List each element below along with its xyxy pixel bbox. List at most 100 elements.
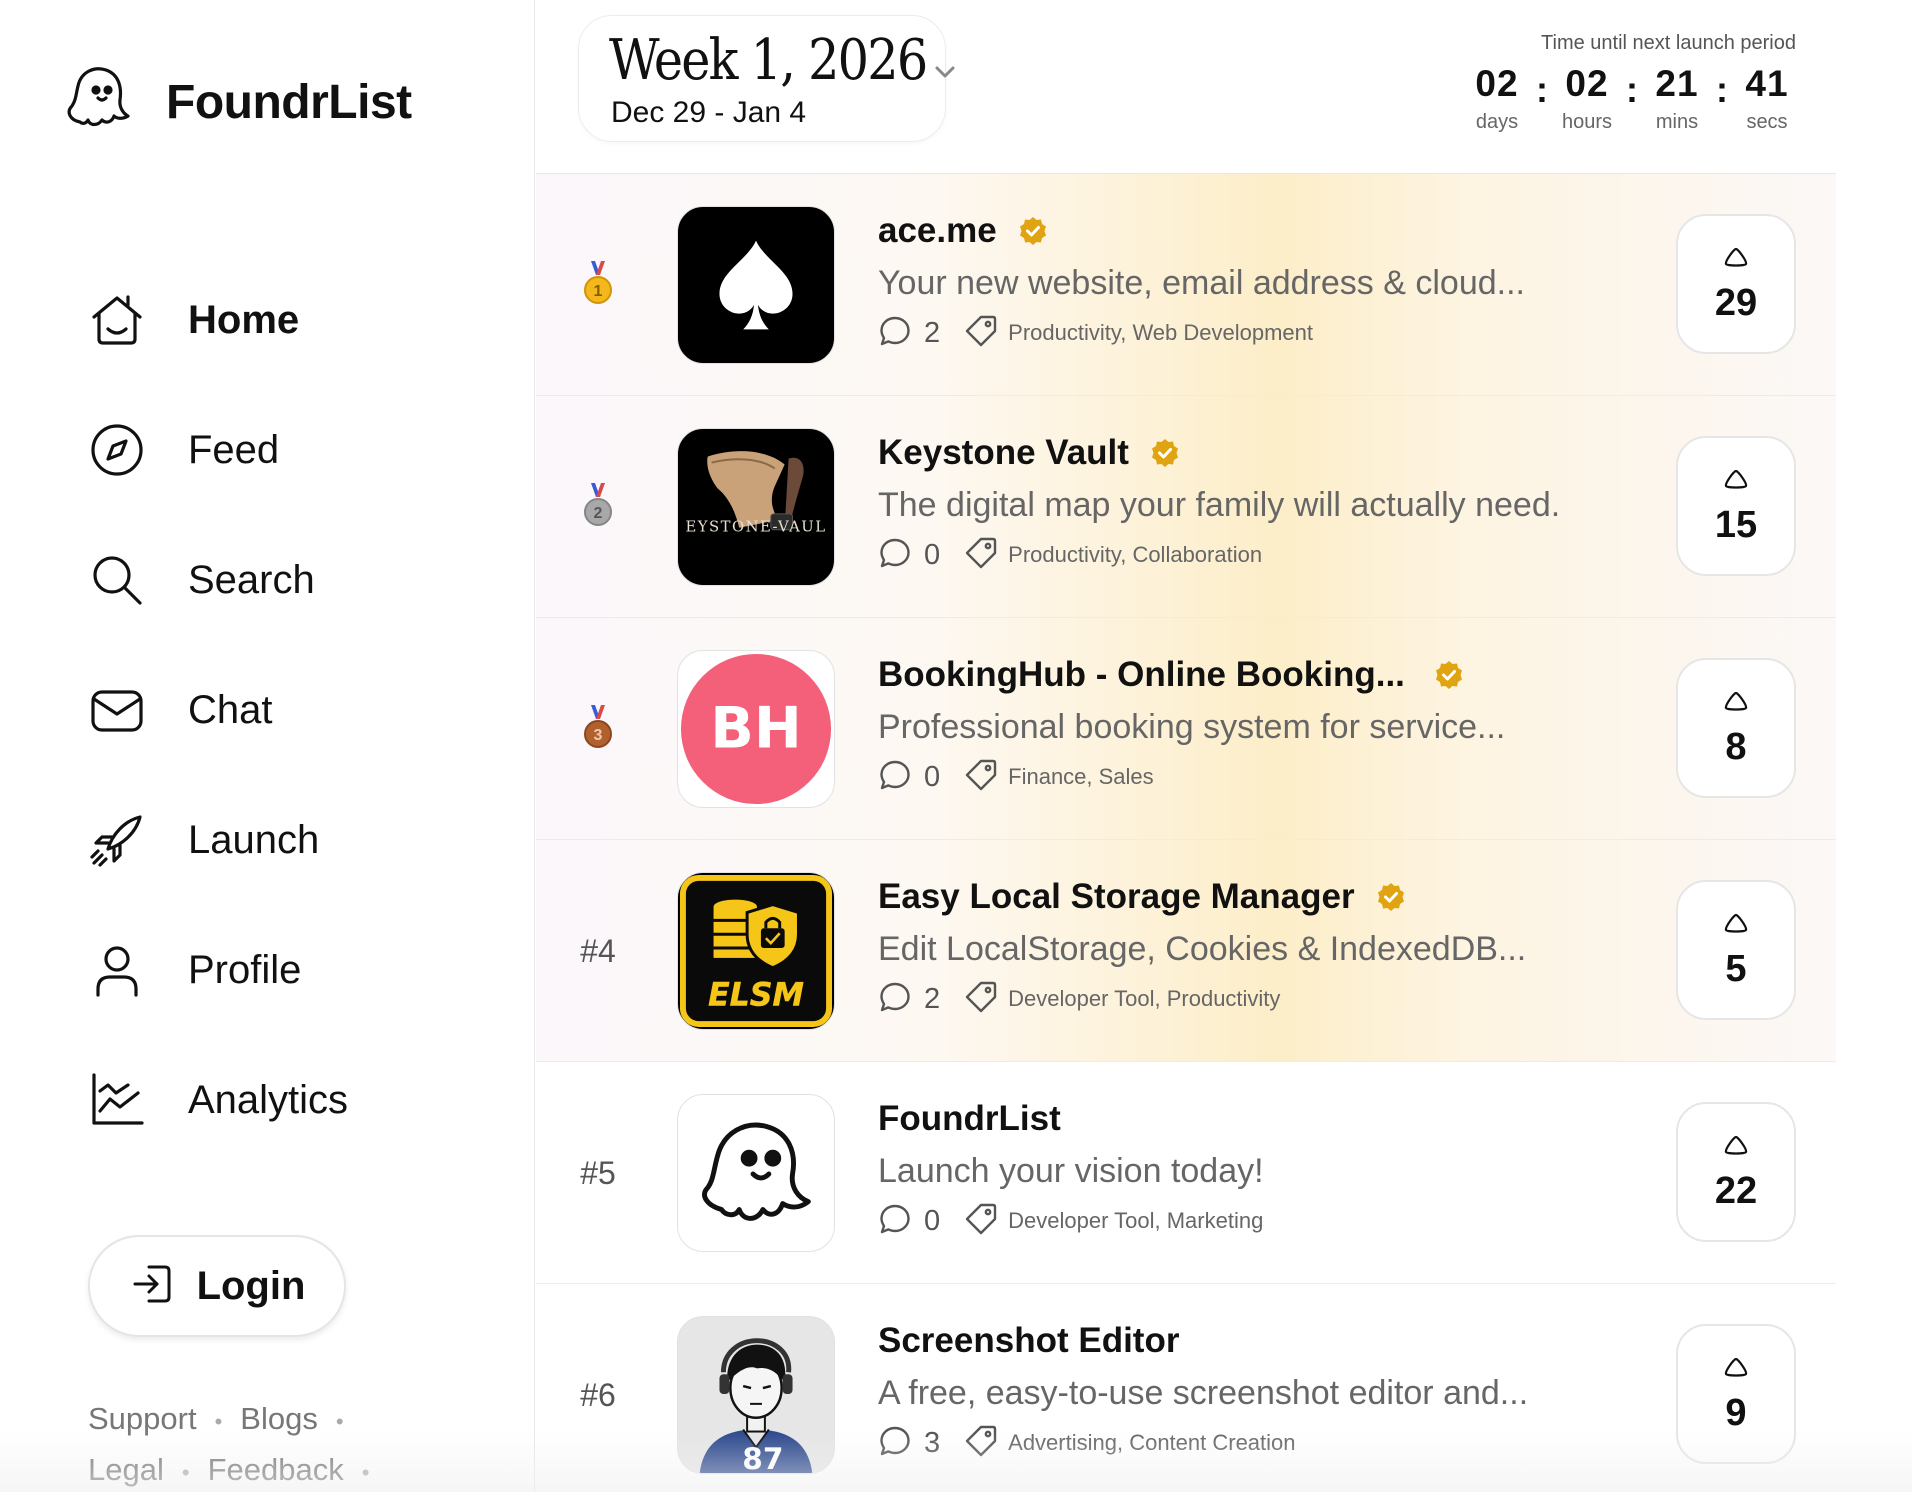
verified-badge-icon [1433,659,1465,691]
product-name[interactable]: FoundrList [878,1099,1061,1139]
product-tags[interactable]: Advertising, Content Creation [1008,1430,1295,1456]
rank-number: #6 [580,1376,616,1413]
gold-medal-icon: 1 [583,259,613,312]
countdown-hours-value: 02 [1565,63,1609,104]
nav-label-search: Search [188,557,315,602]
silver-medal-icon: 2 [583,481,613,534]
tag-icon [964,1424,998,1463]
avatar-logo[interactable]: 87 [677,1316,835,1474]
tag-icon [964,980,998,1019]
product-info: ace.me Your new website, email address &… [878,208,1638,351]
upvote-icon [1724,1357,1748,1377]
nav-item-search[interactable]: Search [88,515,348,645]
countdown-days-label: days [1475,111,1519,133]
product-tags[interactable]: Productivity, Collaboration [1008,542,1262,568]
comment-icon [878,1424,912,1463]
upvote-button[interactable]: 9 [1676,1324,1796,1464]
brand[interactable]: FoundrList [58,60,412,145]
footer-link-support[interactable]: Support [88,1401,197,1436]
nav-item-feed[interactable]: Feed [88,385,348,515]
upvote-button[interactable]: 15 [1676,436,1796,576]
home-icon [88,291,146,349]
user-icon [88,941,146,999]
ace-logo[interactable] [677,206,835,364]
rank: #6 [536,1284,660,1492]
product-info: Keystone Vault The digital map your fami… [878,430,1638,573]
footer-link-feedback[interactable]: Feedback [208,1452,344,1487]
ghost-logo[interactable] [677,1094,835,1252]
product-row[interactable]: 3 BH BookingHub - Online Booking... Prof… [536,618,1836,840]
nav-item-home[interactable]: Home [88,255,348,385]
rank: 3 [536,618,660,840]
chart-icon [88,1071,146,1129]
upvote-button[interactable]: 22 [1676,1102,1796,1242]
mail-icon [88,681,146,739]
vote-count: 9 [1725,1392,1747,1434]
product-meta: 0 Developer Tool, Marketing [878,1203,1638,1239]
product-tags[interactable]: Developer Tool, Productivity [1008,986,1280,1012]
product-row[interactable]: 1 ace.me Your new website, email address… [536,174,1836,396]
search-icon [88,551,146,609]
product-row[interactable]: 2 EYSTONE-VAUL Keystone Vault The digita… [536,396,1836,618]
verified-badge-icon [1149,437,1181,469]
footer-link-blogs[interactable]: Blogs [240,1401,318,1436]
nav-label-launch: Launch [188,817,320,862]
login-button[interactable]: Login [88,1235,346,1337]
product-name[interactable]: ace.me [878,211,997,251]
nav-item-analytics[interactable]: Analytics [88,1035,348,1165]
product-list: 1 ace.me Your new website, email address… [536,174,1836,1492]
bookinghub-logo[interactable]: BH [677,650,835,808]
product-title-line: ace.me [878,208,1638,254]
countdown-mins: 21 mins [1648,63,1706,134]
elsm-logo-text: ELSM [708,977,804,1013]
countdown-hours-label: hours [1561,111,1613,133]
nav-item-launch[interactable]: Launch [88,775,348,905]
launch-countdown: Time until next launch period 02 days : … [1466,32,1796,134]
product-description: Professional booking system for service.… [878,708,1506,746]
product-name[interactable]: Screenshot Editor [878,1321,1179,1361]
comment-count: 3 [924,1426,941,1459]
main-nav: Home Feed Search Chat Launch Profile Ana… [88,255,348,1165]
product-tags[interactable]: Finance, Sales [1008,764,1154,790]
svg-text:3: 3 [594,727,603,744]
comment-icon [878,758,912,797]
upvote-button[interactable]: 29 [1676,214,1796,354]
upvote-icon [1724,913,1748,933]
countdown-secs: 41 secs [1738,63,1796,134]
comment-count: 0 [924,760,941,793]
footer-dot: • [214,1409,223,1434]
verified-badge-icon [1375,881,1407,913]
keystone-logo[interactable]: EYSTONE-VAUL [677,428,835,586]
product-name[interactable]: Easy Local Storage Manager [878,877,1355,917]
product-name[interactable]: BookingHub - Online Booking... [878,655,1405,695]
product-name[interactable]: Keystone Vault [878,433,1129,473]
countdown-row: 02 days : 02 hours : 21 mins : 41 secs [1466,63,1796,134]
vote-count: 5 [1725,948,1747,990]
tag-icon [964,758,998,797]
comment-icon [878,980,912,1019]
product-row[interactable]: #5 FoundrList Launch your vision today! … [536,1062,1836,1284]
product-row[interactable]: #6 87 Screenshot Editor A free, easy-to-… [536,1284,1836,1492]
login-label: Login [196,1263,306,1308]
product-tags[interactable]: Productivity, Web Development [1008,320,1313,346]
comment-count: 0 [924,1204,941,1237]
upvote-button[interactable]: 8 [1676,658,1796,798]
upvote-button[interactable]: 5 [1676,880,1796,1020]
nav-label-chat: Chat [188,687,273,732]
login-icon [129,1261,175,1312]
countdown-separator: : [1536,69,1548,110]
footer-link-legal[interactable]: Legal [88,1452,164,1487]
product-tags[interactable]: Developer Tool, Marketing [1008,1208,1263,1234]
nav-item-profile[interactable]: Profile [88,905,348,1035]
product-title-line: FoundrList [878,1096,1638,1142]
elsm-logo[interactable]: ELSM [677,872,835,1030]
week-picker[interactable]: Week 1, 2026 Dec 29 - Jan 4 [578,15,955,142]
sidebar: FoundrList Home Feed Search Chat Launch … [0,0,535,1492]
keystone-logo-text: EYSTONE-VAUL [685,519,826,536]
nav-label-analytics: Analytics [188,1077,349,1122]
product-title-line: BookingHub - Online Booking... [878,652,1638,698]
nav-item-chat[interactable]: Chat [88,645,348,775]
product-row[interactable]: #4 ELSM Easy Local Storage Manager Edit … [536,840,1836,1062]
product-info: BookingHub - Online Booking... Professio… [878,652,1638,795]
countdown-days: 02 days [1468,63,1526,134]
